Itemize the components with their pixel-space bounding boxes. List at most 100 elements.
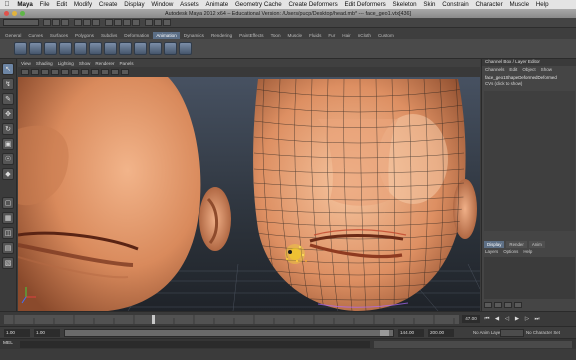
layer-menu-help[interactable]: Help bbox=[523, 249, 532, 254]
step-back-icon[interactable]: ◀ bbox=[493, 315, 501, 323]
snap-surface-icon[interactable] bbox=[132, 19, 140, 26]
menu-file[interactable]: File bbox=[36, 1, 53, 8]
move-tool-icon[interactable]: ✥ bbox=[2, 108, 14, 120]
range-slider-bar[interactable] bbox=[64, 329, 394, 337]
channel-menu-object[interactable]: Object bbox=[522, 67, 535, 72]
tab-fluids[interactable]: Fluids bbox=[306, 32, 324, 39]
new-layer-icon[interactable] bbox=[504, 302, 512, 308]
panel-menu-shading[interactable]: Shading bbox=[36, 61, 53, 66]
close-window-icon[interactable] bbox=[4, 11, 9, 16]
four-view-layout-icon[interactable]: ▦ bbox=[2, 212, 14, 224]
channel-menu-channels[interactable]: Channels bbox=[485, 67, 504, 72]
tab-ncloth[interactable]: nCloth bbox=[355, 32, 374, 39]
tab-muscle[interactable]: Muscle bbox=[285, 32, 306, 39]
perspective-viewport[interactable]: View Shading Lighting Show Renderer Pane… bbox=[18, 59, 480, 311]
textured-icon[interactable] bbox=[81, 69, 89, 75]
zoom-window-icon[interactable] bbox=[20, 11, 25, 16]
select-hierarchy-icon[interactable] bbox=[74, 19, 82, 26]
xray-icon[interactable] bbox=[121, 69, 129, 75]
tab-render-layers[interactable]: Render bbox=[506, 241, 527, 248]
shadows-icon[interactable] bbox=[101, 69, 109, 75]
isolate-select-icon[interactable] bbox=[111, 69, 119, 75]
end-time-field[interactable]: 200.00 bbox=[428, 329, 454, 337]
skip-start-icon[interactable]: ⏮ bbox=[483, 315, 491, 323]
cvs-click-to-show[interactable]: CVs (click to show) bbox=[482, 80, 576, 87]
manipulator-tool-icon[interactable]: ☉ bbox=[2, 153, 14, 165]
apple-icon[interactable]:  bbox=[0, 1, 14, 8]
layer-menu-layers[interactable]: Layers bbox=[485, 249, 498, 254]
open-scene-icon[interactable] bbox=[52, 19, 60, 26]
bookmark-icon[interactable] bbox=[31, 69, 39, 75]
current-frame-field[interactable]: 47.00 bbox=[462, 315, 480, 323]
tab-hair[interactable]: Hair bbox=[339, 32, 353, 39]
play-back-icon[interactable]: ◁ bbox=[503, 315, 511, 323]
paint-select-icon[interactable]: ✎ bbox=[2, 93, 14, 105]
select-object-icon[interactable] bbox=[83, 19, 91, 26]
channel-menu-show[interactable]: Show bbox=[541, 67, 553, 72]
save-scene-icon[interactable] bbox=[61, 19, 69, 26]
shelf-tool-icon[interactable] bbox=[29, 42, 42, 55]
channel-list[interactable] bbox=[484, 91, 575, 231]
panel-menu-lighting[interactable]: Lighting bbox=[58, 61, 74, 66]
shelf-tool-icon[interactable] bbox=[14, 42, 27, 55]
shelf-tool-icon[interactable] bbox=[134, 42, 147, 55]
panel-menu-panels[interactable]: Panels bbox=[119, 61, 133, 66]
tab-deformation[interactable]: Deformation bbox=[121, 32, 152, 39]
tab-general[interactable]: General bbox=[2, 32, 24, 39]
layer-menu-options[interactable]: Options bbox=[503, 249, 518, 254]
render-icon[interactable] bbox=[145, 19, 153, 26]
select-tool-icon[interactable]: ↖ bbox=[2, 63, 14, 75]
menu-create[interactable]: Create bbox=[96, 1, 121, 8]
menu-help[interactable]: Help bbox=[532, 1, 552, 8]
menu-app-maya[interactable]: Maya bbox=[14, 1, 36, 8]
tab-animation[interactable]: Animation bbox=[153, 32, 180, 39]
grid-toggle-icon[interactable] bbox=[51, 69, 59, 75]
new-scene-icon[interactable] bbox=[43, 19, 51, 26]
menu-geometry-cache[interactable]: Geometry Cache bbox=[232, 1, 286, 8]
shelf-tool-icon[interactable] bbox=[59, 42, 72, 55]
snap-grid-icon[interactable] bbox=[105, 19, 113, 26]
lights-icon[interactable] bbox=[91, 69, 99, 75]
shelf-tool-icon[interactable] bbox=[179, 42, 192, 55]
wireframe-icon[interactable] bbox=[61, 69, 69, 75]
menu-modify[interactable]: Modify bbox=[70, 1, 95, 8]
menu-assets[interactable]: Assets bbox=[177, 1, 202, 8]
tab-painteffects[interactable]: PaintEffects bbox=[236, 32, 266, 39]
tab-surfaces[interactable]: Surfaces bbox=[47, 32, 71, 39]
shelf-tool-icon[interactable] bbox=[164, 42, 177, 55]
shelf-tool-icon[interactable] bbox=[149, 42, 162, 55]
tab-custom[interactable]: Custom bbox=[375, 32, 397, 39]
menu-create-deformers[interactable]: Create Deformers bbox=[285, 1, 341, 8]
layer-list[interactable] bbox=[484, 257, 575, 299]
smooth-shade-icon[interactable] bbox=[71, 69, 79, 75]
tab-subdivs[interactable]: Subdivs bbox=[98, 32, 120, 39]
tab-fur[interactable]: Fur bbox=[325, 32, 338, 39]
play-icon[interactable]: ▶ bbox=[513, 315, 521, 323]
shelf-tool-icon[interactable] bbox=[119, 42, 132, 55]
panel-menu-view[interactable]: View bbox=[21, 61, 31, 66]
menu-animate[interactable]: Animate bbox=[202, 1, 231, 8]
panel-menu-renderer[interactable]: Renderer bbox=[95, 61, 114, 66]
playback-start-field[interactable]: 1.00 bbox=[34, 329, 60, 337]
menu-constrain[interactable]: Constrain bbox=[439, 1, 472, 8]
playback-end-field[interactable]: 144.00 bbox=[398, 329, 424, 337]
selected-object-name[interactable]: face_geo1ShapeDeformedDeformed bbox=[482, 73, 576, 80]
minimize-window-icon[interactable] bbox=[12, 11, 17, 16]
camera-icon[interactable] bbox=[21, 69, 29, 75]
menu-window[interactable]: Window bbox=[148, 1, 177, 8]
last-tool-icon[interactable]: ◆ bbox=[2, 168, 14, 180]
graph-layout-icon[interactable]: ▧ bbox=[2, 257, 14, 269]
tab-anim-layers[interactable]: Anim bbox=[528, 241, 545, 248]
range-handle[interactable] bbox=[380, 330, 389, 336]
menu-character[interactable]: Character bbox=[472, 1, 506, 8]
command-input[interactable] bbox=[20, 341, 370, 348]
step-forward-icon[interactable]: ▷ bbox=[523, 315, 531, 323]
time-slider-track[interactable] bbox=[4, 315, 459, 324]
tab-curves[interactable]: Curves bbox=[25, 32, 46, 39]
new-layer-from-selection-icon[interactable] bbox=[514, 302, 522, 308]
scale-tool-icon[interactable]: ▣ bbox=[2, 138, 14, 150]
shelf-tool-icon[interactable] bbox=[104, 42, 117, 55]
rotate-tool-icon[interactable]: ↻ bbox=[2, 123, 14, 135]
tab-display-layers[interactable]: Display bbox=[484, 241, 505, 248]
mel-label[interactable]: MEL bbox=[3, 341, 13, 346]
